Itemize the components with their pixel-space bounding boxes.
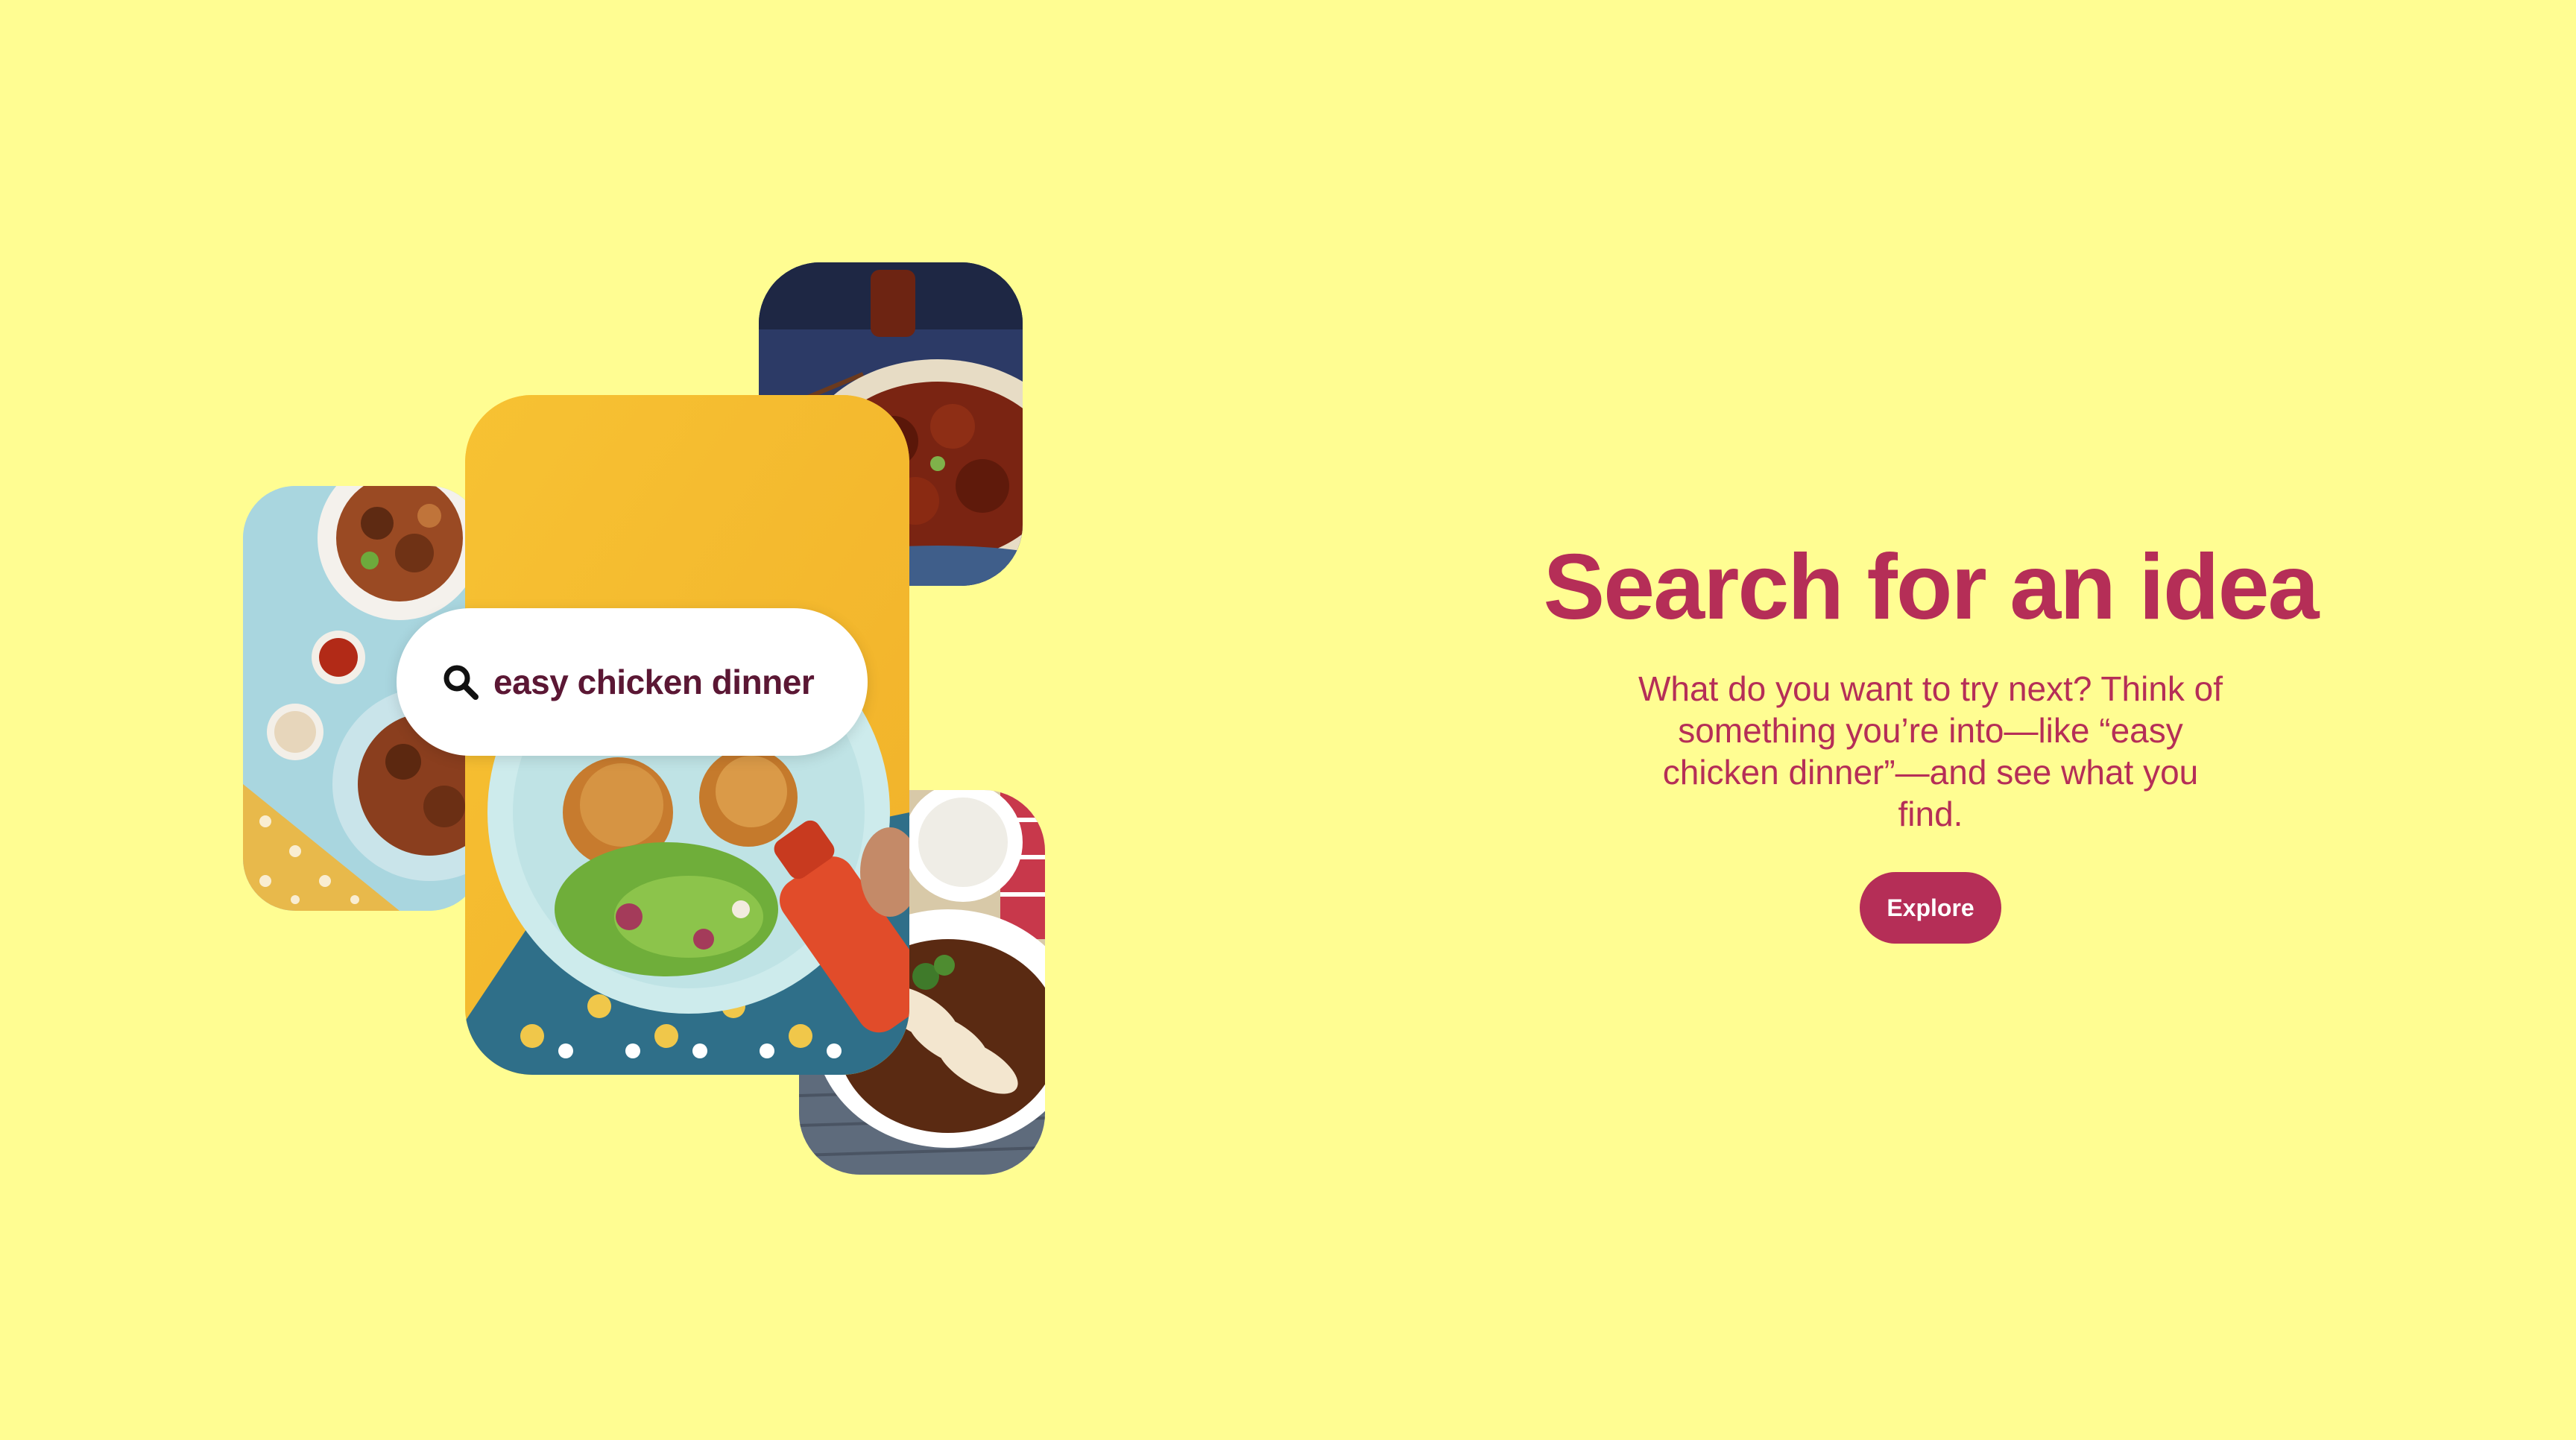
food-image-collage: easy chicken dinner — [0, 0, 1118, 1440]
search-icon — [443, 665, 479, 700]
explore-button[interactable]: Explore — [1860, 872, 2001, 944]
search-query-text: easy chicken dinner — [493, 663, 815, 701]
search-pill: easy chicken dinner — [397, 608, 868, 756]
hero-section: Search for an idea What do you want to t… — [1491, 537, 2370, 944]
hero-subtitle: What do you want to try next? Think of s… — [1638, 669, 2223, 834]
hero-title: Search for an idea — [1543, 536, 2319, 639]
